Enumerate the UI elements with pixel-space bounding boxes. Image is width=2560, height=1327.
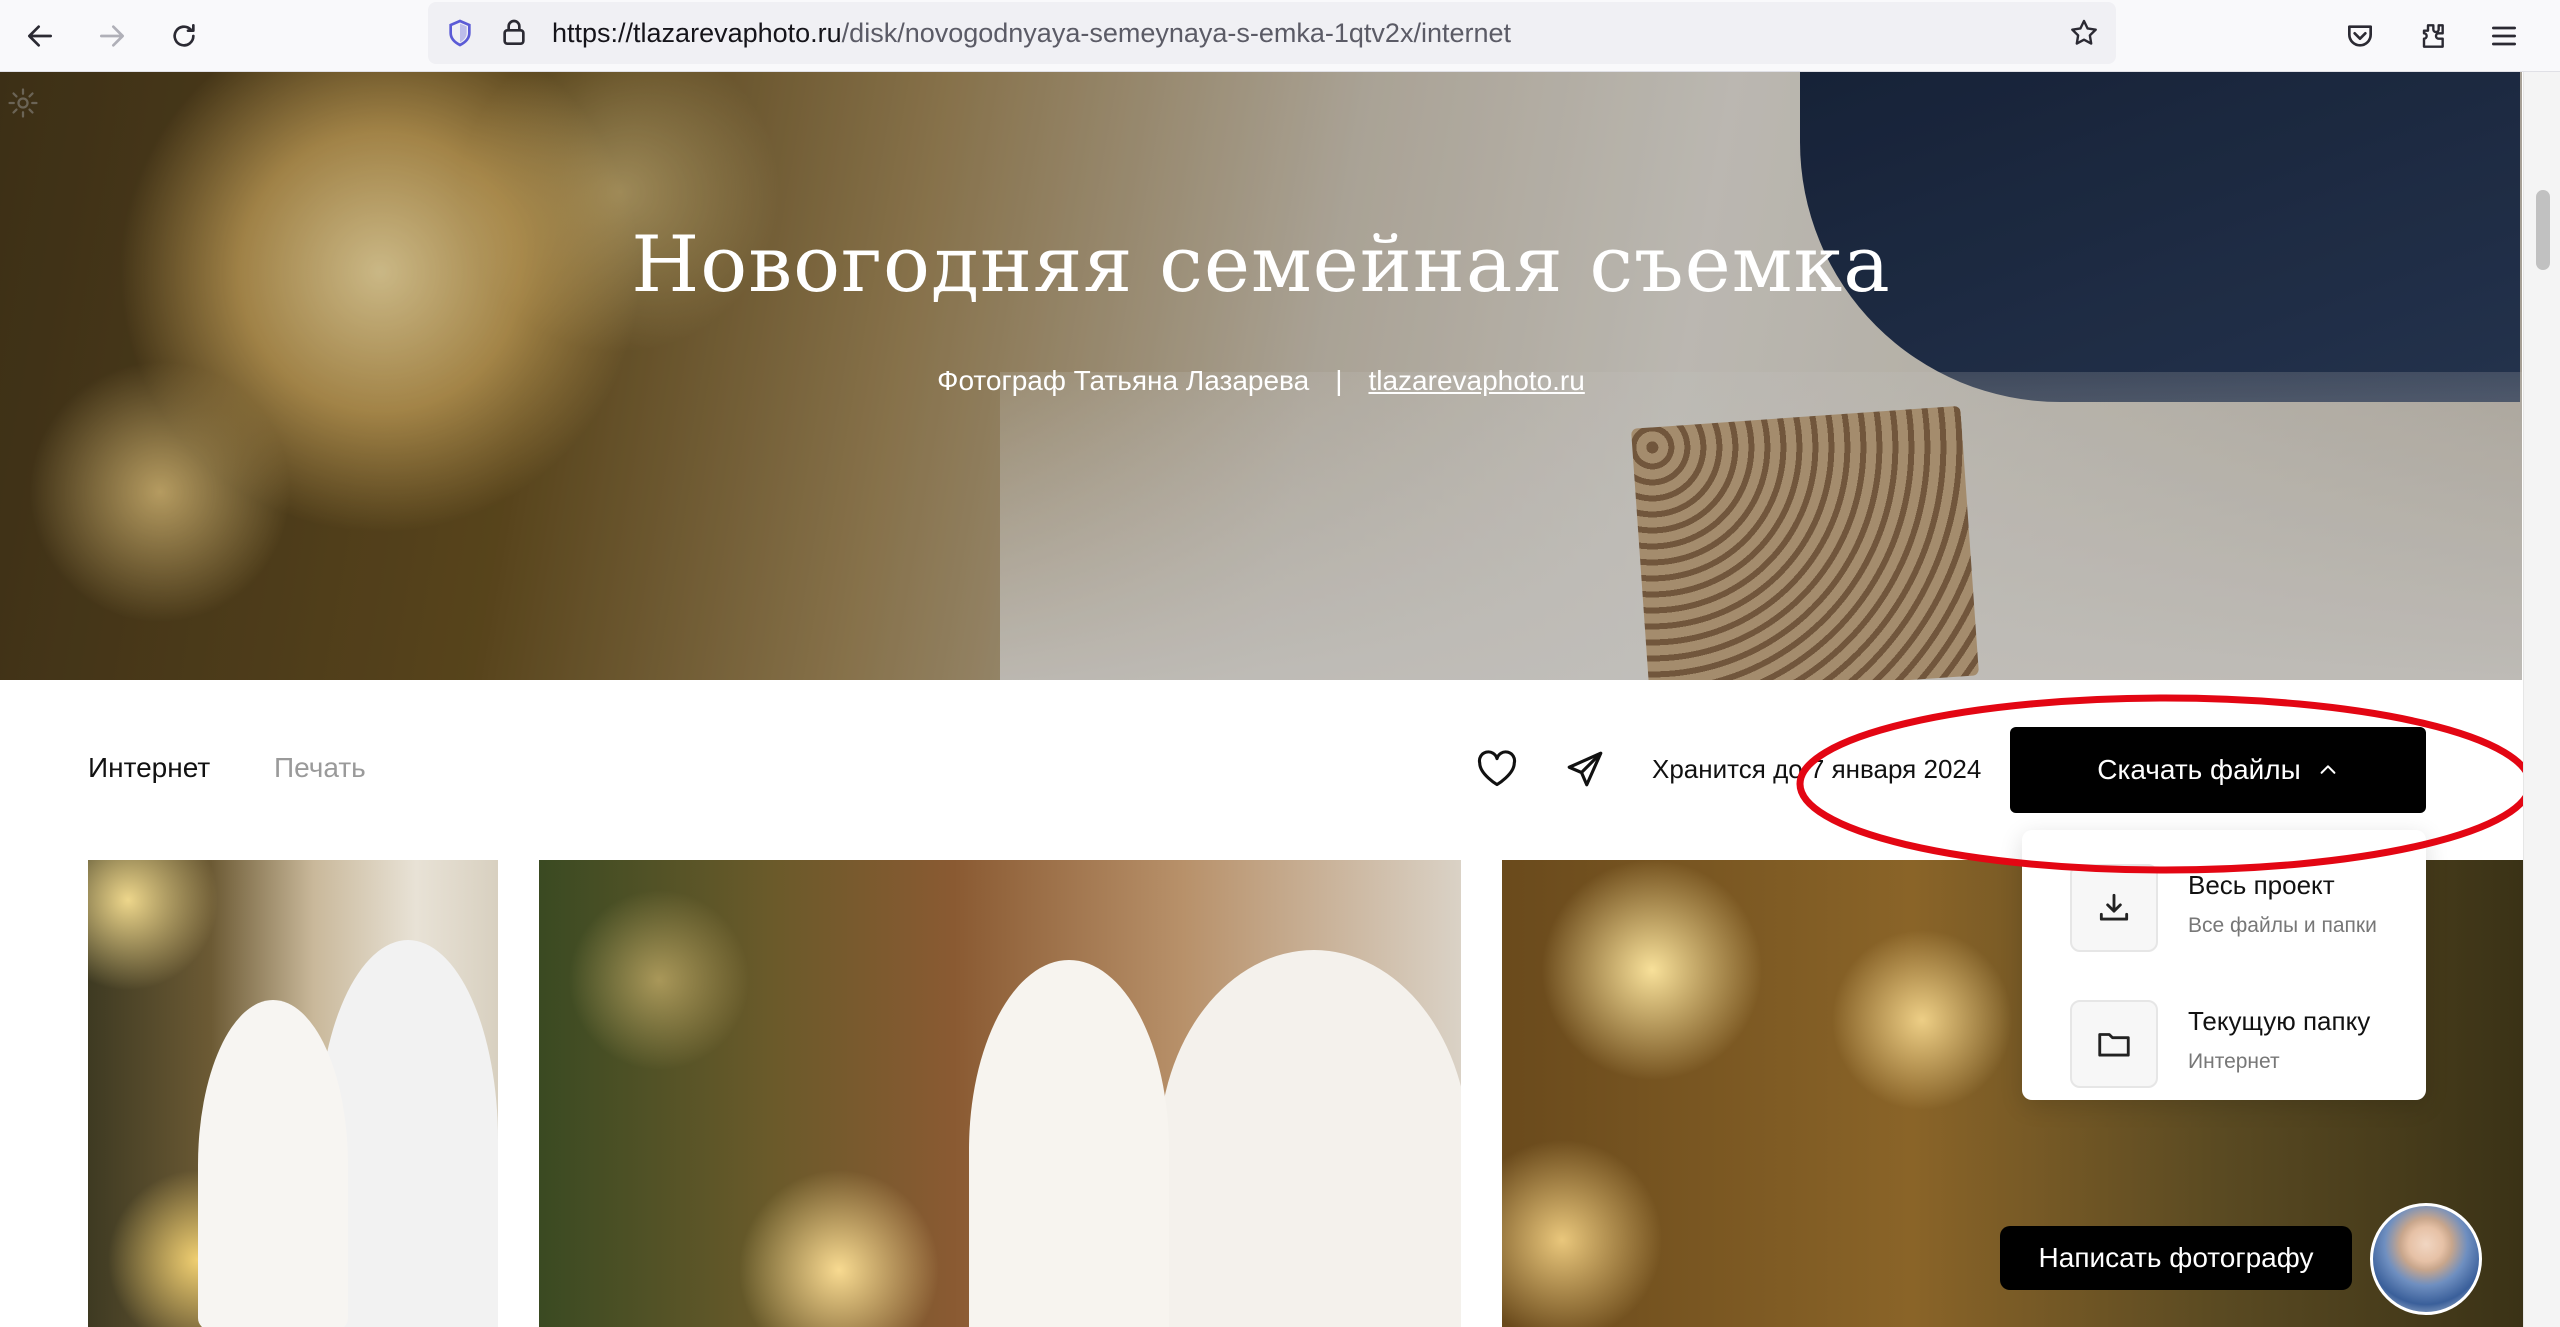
download-icon [2099,893,2129,921]
subtitle-separator: | [1335,365,1343,396]
tab-internet[interactable]: Интернет [88,752,210,784]
option-title: Текущую папку [2188,1006,2371,1036]
puzzle-icon [2422,24,2444,48]
reload-icon [173,24,195,47]
photographer-avatar[interactable] [2370,1203,2482,1315]
menu-button[interactable] [2484,16,2524,56]
arrow-right-icon [100,25,124,47]
message-photographer-button[interactable]: Написать фотографу [2000,1226,2352,1290]
folder-icon-box [2070,1000,2158,1088]
send-icon[interactable] [1564,748,1606,790]
pocket-button[interactable] [2340,16,2380,56]
photo-figure [969,960,1169,1327]
red-annotation-ellipse [1796,694,2534,874]
arrow-left-icon [28,25,52,47]
photographer-name: Фотограф Татьяна Лазарева [937,365,1310,396]
bookmark-star-icon[interactable] [2068,17,2100,49]
lock-icon[interactable] [498,17,530,49]
pocket-icon [2348,25,2372,47]
gallery-photo[interactable] [539,860,1461,1327]
hamburger-menu-icon [2492,26,2516,46]
folder-icon [2098,1033,2130,1057]
option-subtitle: Интернет [2188,1050,2280,1073]
hero-banner: Новогодняя семейная съемка Фотограф Тать… [0,72,2522,680]
photo-figure [1159,950,1461,1327]
extensions-button[interactable] [2412,16,2452,56]
photographer-site-link[interactable]: tlazarevaphoto.ru [1368,365,1584,396]
forward-button[interactable] [90,14,134,58]
gallery-photo[interactable] [88,860,498,1327]
scrollbar-thumb[interactable] [2536,190,2550,270]
url-text[interactable]: https://tlazarevaphoto.ru/disk/novogodny… [552,2,1511,64]
option-subtitle: Все файлы и папки [2188,914,2377,937]
url-path: /disk/novogodnyaya-semeynaya-s-emka-1qtv… [841,18,1512,48]
shield-icon[interactable] [444,17,476,49]
browser-toolbar: https://tlazarevaphoto.ru/disk/novogodny… [0,0,2560,72]
url-domain: https://tlazarevaphoto.ru [552,18,842,48]
address-bar[interactable]: https://tlazarevaphoto.ru/disk/novogodny… [428,2,2116,64]
back-button[interactable] [18,14,62,58]
tab-print[interactable]: Печать [274,752,366,784]
gear-icon[interactable] [6,86,40,120]
heart-icon[interactable] [1476,750,1518,788]
page-scrollbar[interactable] [2523,72,2560,1327]
hero-subtitle: Фотограф Татьяна Лазарева | tlazarevaphoto… [0,365,2522,397]
download-current-folder-option[interactable]: Текущую папку Интернет [2070,990,2410,1100]
reload-button[interactable] [162,14,206,58]
page-title: Новогодняя семейная съемка [631,220,1891,310]
photo-figure [198,1000,348,1327]
